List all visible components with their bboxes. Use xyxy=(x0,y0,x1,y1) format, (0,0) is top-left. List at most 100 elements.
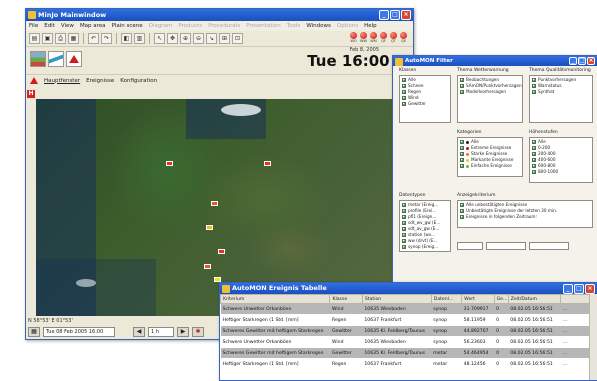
checkbox[interactable] xyxy=(402,221,406,225)
event-marker[interactable] xyxy=(166,161,173,166)
checkbox[interactable] xyxy=(460,158,464,162)
checkbox[interactable] xyxy=(532,90,536,94)
event-marker[interactable] xyxy=(206,225,213,230)
menu-item[interactable]: Map area xyxy=(80,21,106,31)
status-led[interactable]: WO xyxy=(350,32,357,43)
close-button[interactable]: × xyxy=(401,10,411,20)
properties-icon[interactable]: ▥ xyxy=(134,33,145,44)
warning-filter-icon[interactable] xyxy=(66,51,82,67)
table-row[interactable]: Schwere Unwetter Orkanböen Wind 10635 Wies… xyxy=(220,303,597,315)
fit-icon[interactable]: ⊡ xyxy=(232,33,243,44)
column-header[interactable]: Ge... xyxy=(493,294,509,304)
filter-close-button[interactable]: × xyxy=(587,57,595,65)
filter-option[interactable]: Gewitter xyxy=(402,101,448,107)
checkbox[interactable] xyxy=(402,84,406,88)
status-led[interactable]: WW xyxy=(360,32,367,43)
checkbox[interactable] xyxy=(532,158,536,162)
time-field[interactable]: Tue 08 Feb 2005 16:00 xyxy=(43,327,115,337)
menu-item[interactable]: Help xyxy=(364,21,377,31)
event-marker[interactable] xyxy=(264,161,271,166)
checkbox[interactable] xyxy=(402,239,406,243)
maximize-button[interactable]: □ xyxy=(390,10,400,20)
checkbox[interactable] xyxy=(532,84,536,88)
column-header[interactable]: Kriterium xyxy=(220,294,331,304)
menu-item[interactable]: File xyxy=(29,21,38,31)
checkbox[interactable] xyxy=(402,245,406,249)
checkbox[interactable] xyxy=(532,140,536,144)
checkbox[interactable] xyxy=(460,140,464,144)
filter-option[interactable]: Synthat xyxy=(532,89,590,95)
checkbox[interactable] xyxy=(402,78,406,82)
undo-icon[interactable]: ↶ xyxy=(88,33,99,44)
checkbox[interactable] xyxy=(532,164,536,168)
checkbox[interactable] xyxy=(402,233,406,237)
checkbox[interactable] xyxy=(460,215,464,219)
tab-konfiguration[interactable]: Konfiguration xyxy=(120,78,157,84)
filter-option[interactable]: Modellvorhersagen xyxy=(460,89,520,95)
print-icon[interactable]: ⎙ xyxy=(55,33,66,44)
range-start-field[interactable] xyxy=(457,242,483,250)
minimize-button[interactable]: _ xyxy=(379,10,389,20)
zoom-arrow-icon[interactable]: ↘ xyxy=(206,33,217,44)
menu-item[interactable]: View xyxy=(61,21,74,31)
menu-item[interactable]: Plain scene xyxy=(112,21,143,31)
table-row[interactable]: Heftiger Starkregen (1 Std. [mm] Regen 106… xyxy=(220,314,597,326)
menu-item[interactable]: Windows xyxy=(306,21,331,31)
menu-item[interactable]: Options xyxy=(337,21,358,31)
grid-icon[interactable]: ⊞ xyxy=(219,33,230,44)
pointer-icon[interactable]: ↖ xyxy=(154,33,165,44)
filter-option[interactable]: synop (Ereig... xyxy=(402,244,448,250)
checkbox[interactable] xyxy=(402,102,406,106)
layers-icon[interactable]: ◧ xyxy=(121,33,132,44)
save-icon[interactable]: ▣ xyxy=(42,33,53,44)
checkbox[interactable] xyxy=(402,227,406,231)
redo-icon[interactable]: ↷ xyxy=(101,33,112,44)
checkbox[interactable] xyxy=(532,152,536,156)
range-to-field[interactable] xyxy=(529,242,569,250)
table-titlebar[interactable]: AutoMON Ereignis Tabelle _ □ × xyxy=(220,283,597,294)
checkbox[interactable] xyxy=(532,78,536,82)
menu-item[interactable]: Products xyxy=(178,21,202,31)
column-header[interactable]: Klasse xyxy=(329,294,363,304)
step-forward-icon[interactable]: ▶ xyxy=(177,327,189,337)
checkbox[interactable] xyxy=(460,78,464,82)
column-header[interactable]: Station xyxy=(361,294,432,304)
event-marker[interactable] xyxy=(218,249,225,254)
filter-option[interactable]: Einfache Ereignisse xyxy=(460,163,520,169)
table-row[interactable]: Heftiger Starkregen (1 Std. [mm] Regen 106… xyxy=(220,358,597,370)
column-header[interactable]: Wert xyxy=(461,294,495,304)
checkbox[interactable] xyxy=(532,146,536,150)
status-led[interactable]: QS xyxy=(400,32,407,43)
tab-ereignisse[interactable]: Ereignisse xyxy=(86,78,114,84)
menu-item[interactable]: Procedurals xyxy=(208,21,240,31)
range-from-field[interactable] xyxy=(486,242,526,250)
highlight-icon[interactable]: H xyxy=(27,90,35,98)
document-edit-icon[interactable] xyxy=(48,51,64,67)
checkbox[interactable] xyxy=(460,146,464,150)
menu-item[interactable]: Presentation xyxy=(246,21,281,31)
filter-titlebar[interactable]: AutoMON Filter _ □ × xyxy=(393,56,597,66)
step-field[interactable]: 1 h xyxy=(148,327,174,337)
checkbox[interactable] xyxy=(460,209,464,213)
checkbox[interactable] xyxy=(460,164,464,168)
step-back-icon[interactable]: ◀ xyxy=(133,327,145,337)
checkbox[interactable] xyxy=(532,170,536,174)
zoom-out-icon[interactable]: ⊖ xyxy=(193,33,204,44)
open-icon[interactable]: ▤ xyxy=(29,33,40,44)
pan-icon[interactable]: ✥ xyxy=(167,33,178,44)
column-header[interactable]: Datenl... xyxy=(430,294,463,304)
table-row[interactable]: Schwere Unwetter Orkanböen Wind 10635 Wies… xyxy=(220,336,597,348)
table-maximize-button[interactable]: □ xyxy=(574,284,584,294)
table-row[interactable]: Schweres Gewitter mit heftigem Starkrege… xyxy=(220,347,597,359)
table-scrollbar[interactable] xyxy=(589,294,597,380)
export-icon[interactable]: ▦ xyxy=(68,33,79,44)
filter-maximize-button[interactable]: □ xyxy=(578,57,586,65)
checkbox[interactable] xyxy=(402,96,406,100)
checkbox[interactable] xyxy=(402,90,406,94)
menu-item[interactable]: Edit xyxy=(44,21,55,31)
calendar-icon[interactable]: ▦ xyxy=(28,327,40,337)
checkbox[interactable] xyxy=(402,215,406,219)
column-header[interactable]: Zeit/Datum xyxy=(507,294,562,304)
status-led[interactable]: QT xyxy=(390,32,397,43)
main-titlebar[interactable]: MinJo Mainwindow _ □ × xyxy=(26,9,413,21)
